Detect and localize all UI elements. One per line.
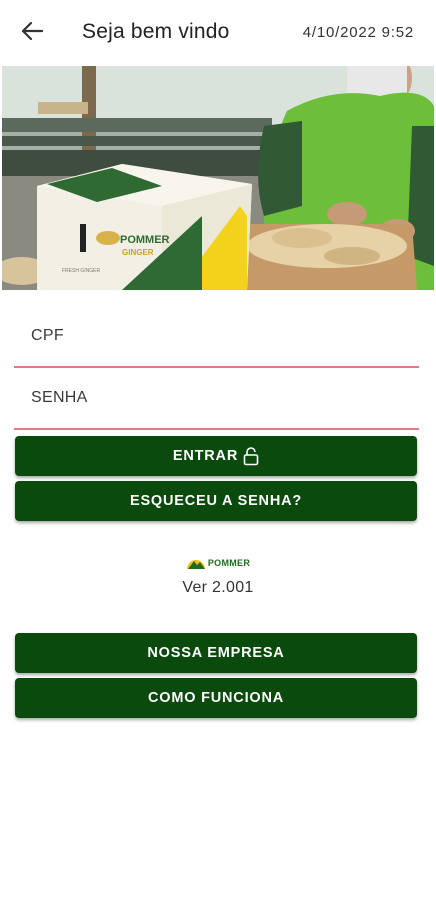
forgot-password-button[interactable]: ESQUECEU A SENHA? <box>15 481 417 521</box>
nossa-empresa-label: NOSSA EMPRESA <box>147 645 285 661</box>
page-title: Seja bem vindo <box>82 20 230 43</box>
hero-image: POMMER GINGER FRESH GINGER <box>2 66 434 290</box>
brand-text: POMMER <box>207 558 251 568</box>
como-funciona-button[interactable]: COMO FUNCIONA <box>15 678 417 718</box>
cpf-underline <box>14 366 419 368</box>
entrar-button[interactable]: ENTRAR <box>15 436 417 476</box>
datetime-label: 4/10/2022 9:52 <box>302 24 414 41</box>
brand-logo: POMMER <box>0 556 436 570</box>
back-button[interactable] <box>14 17 50 49</box>
senha-field[interactable]: SENHA <box>14 372 419 430</box>
pommer-logo-icon <box>186 560 205 569</box>
entrar-label: ENTRAR <box>172 448 239 464</box>
app-bar: Seja bem vindo 4/10/2022 9:52 <box>0 0 436 66</box>
senha-label: SENHA <box>31 389 88 406</box>
box-brand-text: POMMER <box>120 234 170 246</box>
senha-underline <box>14 428 419 430</box>
cpf-field[interactable]: CPF <box>14 310 419 368</box>
version-label: Ver 2.001 <box>182 579 254 596</box>
nossa-empresa-button[interactable]: NOSSA EMPRESA <box>15 633 417 673</box>
box-subbrand-text: GINGER <box>122 248 154 257</box>
como-funciona-label: COMO FUNCIONA <box>147 690 285 706</box>
box-small-text: FRESH GINGER <box>62 268 100 274</box>
forgot-password-label: ESQUECEU A SENHA? <box>129 493 303 509</box>
cpf-label: CPF <box>31 327 64 344</box>
unlock-icon <box>243 446 259 466</box>
arrow-left-icon <box>21 21 44 45</box>
